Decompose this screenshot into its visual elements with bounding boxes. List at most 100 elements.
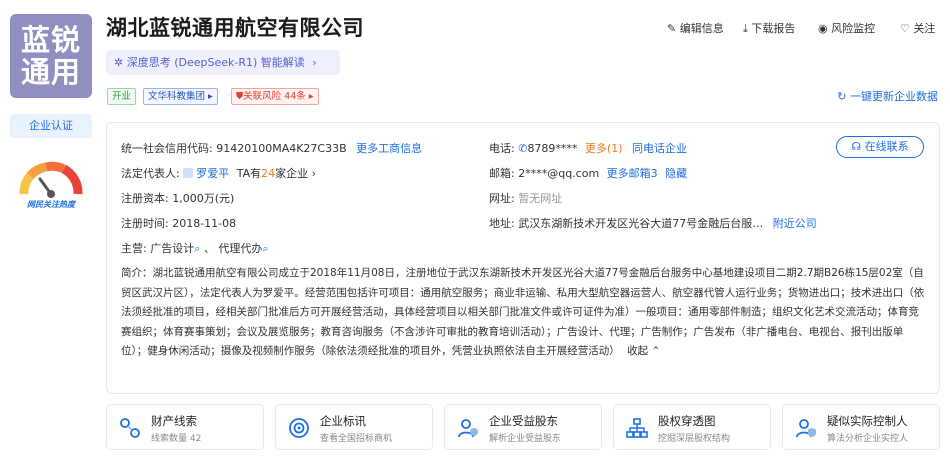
headset-icon: ☊ [851,140,862,153]
phone-row: 电话: ✆8789**** 更多(1) 同电话企业 [489,140,687,156]
download-report-label: 下载报告 [751,22,796,35]
capital-value: 1,000万(元) [172,192,235,205]
feature-card-controller[interactable]: 疑似实际控制人 算法分析企业实控人 [782,404,940,450]
feature-subtitle: 查看全国招标商机 [320,434,393,444]
address-label: 地址: [489,217,515,230]
capital-row: 注册资本: 1,000万(元) [121,190,234,206]
reg-date-row: 注册时间: 2018-11-08 [121,215,236,231]
credit-code-row: 统一社会信用代码: 91420100MA4K27C33B 更多工商信息 [121,140,422,156]
website-label: 网址: [489,192,515,205]
company-logo: 蓝锐 通用 [10,14,92,98]
feature-subtitle: 解析企业受益股东 [489,434,562,444]
main-business-1[interactable]: 广告设计 [150,242,194,255]
search-icon[interactable]: ⌕ [262,242,268,255]
ta-suffix: 家企业 [275,167,309,180]
phone-value: 8789**** [527,142,578,155]
search-icon[interactable]: ⌕ [194,242,200,255]
feature-title: 财产线索 [151,414,197,428]
caret-right-icon: ▸ [308,91,314,102]
download-icon: ⤓ [743,22,748,35]
risk-monitor-label: 风险监控 [831,22,876,35]
eye-icon: ◉ [818,22,828,35]
group-tag-label: 文华科教集团 [148,91,206,102]
edit-info-button[interactable]: ✎ 编辑信息 [667,20,724,36]
credit-code-label: 统一社会信用代码: [121,142,213,155]
website-row: 网址: 暂无网址 [489,190,562,206]
shareholder-icon [458,419,478,438]
main-business-label: 主营: [121,242,147,255]
feature-title: 企业标讯 [320,414,366,428]
feature-card-property-clues[interactable]: 财产线索 线索数量 42 [106,404,264,450]
equity-tree-icon [626,418,648,438]
legal-rep-name-link[interactable]: 罗爱平 [196,167,229,180]
refresh-data-button[interactable]: ↻ 一键更新企业数据 [837,88,938,104]
main-business-row: 主营: 广告设计⌕ 、 代理代办⌕ [121,242,269,255]
feature-subtitle: 线索数量 42 [151,434,202,444]
reg-date-label: 注册时间: [121,217,169,230]
chevron-up-icon: ⌃ [651,345,661,357]
company-name: 湖北蓝锐通用航空有限公司 [106,16,364,40]
phone-label: 电话: [489,142,515,155]
chevron-right-icon: › [311,167,317,180]
hide-email-link[interactable]: 隐藏 [665,167,687,180]
email-row: 邮箱: 2****@qq.com 更多邮箱3 隐藏 [489,165,687,181]
download-report-button[interactable]: ⤓ 下载报告 [743,20,795,36]
feature-subtitle: 算法分析企业实控人 [827,434,909,444]
pencil-icon: ✎ [667,22,677,35]
intro-text: 简介：湖北蓝锐通用航空有限公司成立于2018年11月08日，注册地位于武汉东湖新… [121,267,925,357]
feature-card-equity-chart[interactable]: 股权穿透图 挖掘深层股权结构 [613,404,771,450]
certify-button[interactable]: 企业认证 [10,114,92,138]
address-row: 地址: 武汉东湖新技术开发区光谷大道77号金融后台服… 附近公司 [489,215,817,231]
group-tag[interactable]: 文华科教集团 ▸ [143,88,218,105]
status-tag: 开业 [107,88,137,105]
online-contact-label: 在线联系 [864,140,909,153]
ai-icon: ✲ [114,56,124,69]
feature-subtitle: 挖掘深层股权结构 [658,434,731,444]
person-avatar-icon [183,168,194,178]
follow-button[interactable]: ♡ 关注 [900,20,935,36]
online-contact-button[interactable]: ☊ 在线联系 [836,136,924,158]
company-intro: 简介：湖北蓝锐通用航空有限公司成立于2018年11月08日，注册地位于武汉东湖新… [121,264,929,362]
credit-code-value: 91420100MA4K27C33B [216,142,347,155]
risk-monitor-button[interactable]: ◉ 风险监控 [818,20,875,36]
controller-icon [796,419,816,438]
email-value: 2****@qq.com [518,167,600,180]
reg-date-value: 2018-11-08 [172,217,237,230]
target-icon [289,418,309,438]
legal-rep-companies-link[interactable]: TA有24家企业 › [237,167,316,180]
refresh-label: 一键更新企业数据 [850,90,938,103]
clue-icon [120,418,140,438]
caret-right-icon: ▸ [208,91,213,102]
feature-title: 股权穿透图 [658,414,716,428]
edit-info-label: 编辑信息 [679,22,724,35]
more-business-info-link[interactable]: 更多工商信息 [356,142,422,155]
ai-button-label: 深度思考 (DeepSeek-R1) 智能解读 [126,56,305,69]
risk-tag-label: 关联风险 44条 [243,91,306,102]
address-value: 武汉东湖新技术开发区光谷大道77号金融后台服… [518,217,764,230]
main-business-2[interactable]: 代理代办 [218,242,262,255]
more-email-link[interactable]: 更多邮箱3 [607,167,658,180]
nearby-companies-link[interactable]: 附近公司 [773,217,817,230]
feature-title: 疑似实际控制人 [827,414,908,428]
capital-label: 注册资本: [121,192,169,205]
heat-label: 网民关注热度 [27,200,75,209]
legal-rep-label: 法定代表人: [121,167,180,180]
follow-label: 关注 [913,22,936,35]
feature-card-beneficiary[interactable]: 企业受益股东 解析企业受益股东 [444,404,602,450]
legal-rep-row: 法定代表人: 罗爱平 TA有24家企业 › [121,165,316,181]
more-phone-link[interactable]: 更多(1) [585,142,623,155]
ai-analysis-button[interactable]: ✲ 深度思考 (DeepSeek-R1) 智能解读 › [106,50,340,75]
heart-icon: ♡ [900,22,910,35]
risk-tag[interactable]: ⛊关联风险 44条 ▸ [231,88,319,105]
refresh-icon: ↻ [837,90,847,103]
collapse-intro-button[interactable]: 收起 ⌃ [627,345,660,357]
logo-line1: 蓝锐 [20,23,81,57]
logo-line2: 通用 [20,55,81,89]
ta-prefix: TA有 [236,167,262,180]
feature-card-bids[interactable]: 企业标讯 查看全国招标商机 [275,404,433,450]
same-phone-link[interactable]: 同电话企业 [632,142,687,155]
website-value: 暂无网址 [518,192,563,205]
chevron-right-icon: › [312,56,317,69]
email-label: 邮箱: [489,167,515,180]
feature-title: 企业受益股东 [489,414,558,428]
